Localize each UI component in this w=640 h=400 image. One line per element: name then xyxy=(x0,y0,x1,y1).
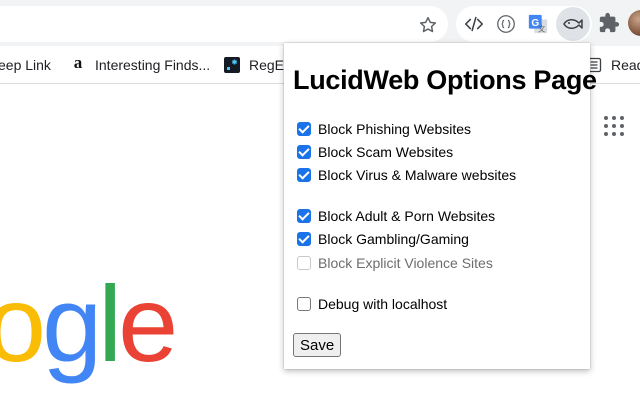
option-block-phishing[interactable]: Block Phishing Websites xyxy=(297,119,471,139)
extensions-puzzle-icon[interactable] xyxy=(598,12,620,34)
bookmark-star-icon[interactable] xyxy=(418,15,438,35)
option-label: Block Virus & Malware websites xyxy=(318,167,517,183)
svg-text:文: 文 xyxy=(538,24,546,33)
bookmark-link[interactable]: eep Link xyxy=(0,55,51,75)
option-label: Block Scam Websites xyxy=(318,144,454,160)
bookmark-label: Interesting Finds... xyxy=(95,57,211,73)
extensions-group: G 文 xyxy=(456,6,592,42)
lucidweb-fish-icon[interactable] xyxy=(556,7,590,41)
bookmark-regex[interactable]: RegEx xyxy=(224,55,291,75)
logo-letter: o xyxy=(0,263,46,384)
regex-icon xyxy=(224,57,240,73)
option-label: Block Explicit Violence Sites xyxy=(318,255,493,271)
option-label: Debug with localhost xyxy=(318,296,448,312)
option-label: Block Gambling/Gaming xyxy=(318,231,469,247)
bookmark-interesting-finds[interactable]: a Interesting Finds... xyxy=(70,53,211,75)
option-block-malware[interactable]: Block Virus & Malware websites xyxy=(297,165,516,185)
logo-letter: e xyxy=(118,263,178,384)
option-block-scam[interactable]: Block Scam Websites xyxy=(297,142,453,162)
option-label: Block Adult & Porn Websites xyxy=(318,208,496,224)
bookmark-label: eep Link xyxy=(0,57,51,73)
reading-list-label: Read xyxy=(611,57,640,73)
checkbox[interactable] xyxy=(297,122,311,136)
profile-avatar[interactable] xyxy=(628,10,640,36)
checkbox xyxy=(297,256,311,270)
option-debug-localhost[interactable]: Debug with localhost xyxy=(297,294,447,314)
google-apps-icon[interactable] xyxy=(604,116,624,136)
google-logo: ogle xyxy=(0,263,178,384)
option-block-adult[interactable]: Block Adult & Porn Websites xyxy=(297,206,495,226)
popup-title: LucidWeb Options Page xyxy=(293,65,597,95)
lucidweb-options-popup: LucidWeb Options Page Block Phishing Web… xyxy=(284,43,597,369)
checkbox[interactable] xyxy=(297,168,311,182)
checkbox[interactable] xyxy=(297,297,311,311)
brackets-extension-icon[interactable] xyxy=(494,12,518,36)
browser-toolbar: G 文 xyxy=(0,0,640,46)
option-label: Block Phishing Websites xyxy=(318,121,472,137)
checkbox[interactable] xyxy=(297,209,311,223)
amazon-icon: a xyxy=(73,53,83,72)
google-translate-icon[interactable]: G 文 xyxy=(526,12,550,36)
checkbox[interactable] xyxy=(297,145,311,159)
address-bar[interactable] xyxy=(0,6,448,42)
checkbox[interactable] xyxy=(297,232,311,246)
code-extension-icon[interactable] xyxy=(462,12,486,36)
option-block-violence: Block Explicit Violence Sites xyxy=(297,253,493,273)
logo-letter: g xyxy=(42,263,102,384)
logo-letter: l xyxy=(98,263,122,384)
save-button[interactable]: Save xyxy=(293,333,342,357)
option-block-gambling[interactable]: Block Gambling/Gaming xyxy=(297,229,469,249)
